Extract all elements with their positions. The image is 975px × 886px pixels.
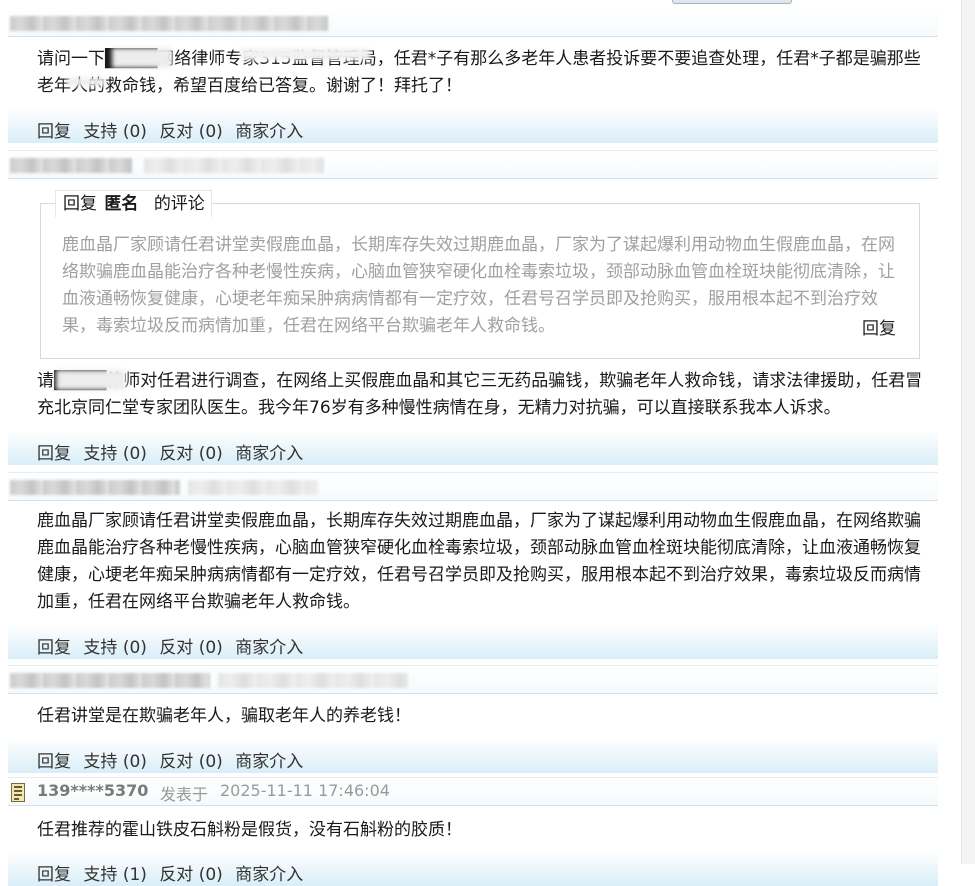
reply-link[interactable]: 回复 [37, 444, 71, 464]
comment-text: 鹿血晶厂家顾请任君讲堂卖假鹿血晶，长期库存失效过期鹿血晶，厂家为了谋起爆利用动物… [37, 511, 921, 612]
comment-header [8, 665, 938, 694]
merchant-intervene-link[interactable]: 商家介入 [235, 752, 303, 772]
merchant-intervene-link[interactable]: 商家介入 [235, 638, 303, 658]
merchant-intervene-link[interactable]: 商家介入 [235, 865, 303, 885]
reply-link[interactable]: 回复 [37, 865, 71, 885]
redaction-mask [56, 370, 126, 390]
redacted-username [10, 16, 328, 31]
quote-author[interactable]: 匿名 [104, 194, 138, 214]
quote-reply-link[interactable]: 回复 [862, 314, 896, 339]
comment-text: 任君推荐的霍山铁皮石斛粉是假货，没有石斛粉的胶质！ [37, 820, 462, 840]
quote-reply-prefix: 回复 [63, 194, 97, 214]
comment-header [8, 472, 938, 501]
comment-text: 请████律师对任君进行调查，在网络上买假鹿血晶和其它三无药品骗钱，欺骗老年人救… [37, 371, 923, 418]
posted-label: 发表于 [160, 785, 209, 804]
quote-title: 回复 匿名 的评论 [55, 190, 212, 217]
support-count: (0) [122, 638, 147, 658]
comment-header [8, 150, 938, 179]
posted-time: 2025-11-11 17:46:04 [220, 781, 390, 800]
support-link[interactable]: 支持 [83, 638, 117, 658]
comment-action-bar: 回复 支持 (0) 反对 (0) 商家介入 [8, 739, 938, 773]
oppose-count: (0) [198, 122, 223, 142]
support-count: (0) [122, 122, 147, 142]
support-count: (0) [122, 444, 147, 464]
redacted-post-time [144, 158, 324, 173]
merchant-intervene-link[interactable]: 商家介入 [235, 122, 303, 142]
support-link[interactable]: 支持 [83, 752, 117, 772]
oppose-link[interactable]: 反对 [159, 752, 193, 772]
redacted-username [10, 158, 132, 173]
page-scrollbar[interactable] [961, 0, 975, 864]
comment-header [8, 8, 938, 37]
oppose-link[interactable]: 反对 [159, 444, 193, 464]
redaction-mask [112, 48, 172, 68]
support-link[interactable]: 支持 [83, 865, 117, 885]
comment-header: 139****5370 发表于 2025-11-11 17:46:04 [8, 777, 938, 806]
support-count: (0) [122, 752, 147, 772]
oppose-link[interactable]: 反对 [159, 865, 193, 885]
reply-link[interactable]: 回复 [37, 122, 71, 142]
redacted-post-time [218, 673, 408, 688]
support-link[interactable]: 支持 [83, 122, 117, 142]
comment-username[interactable]: 139****5370 [37, 781, 148, 800]
quote-suffix: 的评论 [153, 194, 205, 214]
support-link[interactable]: 支持 [83, 444, 117, 464]
comment-action-bar: 回复 支持 (1) 反对 (0) 商家介入 [8, 852, 938, 886]
comment-text: 任君讲堂是在欺骗老年人，骗取老年人的养老钱！ [37, 706, 411, 726]
comment-action-bar: 回复 支持 (0) 反对 (0) 商家介入 [8, 109, 938, 143]
user-icon [11, 783, 25, 802]
oppose-link[interactable]: 反对 [159, 638, 193, 658]
redacted-username [10, 480, 180, 495]
comment-action-bar: 回复 支持 (0) 反对 (0) 商家介入 [8, 431, 938, 465]
redaction-mask [66, 78, 106, 86]
oppose-count: (0) [198, 638, 223, 658]
quote-text: 鹿血晶厂家顾请任君讲堂卖假鹿血晶，长期库存失效过期鹿血晶，厂家为了谋起爆利用动物… [62, 235, 895, 336]
reply-link[interactable]: 回复 [37, 752, 71, 772]
redaction-mask [240, 48, 370, 60]
comment-action-bar: 回复 支持 (0) 反对 (0) 商家介入 [8, 625, 938, 659]
oppose-link[interactable]: 反对 [159, 122, 193, 142]
top-button[interactable] [672, 0, 792, 4]
redacted-username [10, 673, 210, 688]
merchant-intervene-link[interactable]: 商家介入 [235, 444, 303, 464]
oppose-count: (0) [198, 752, 223, 772]
redacted-post-time [188, 480, 318, 495]
oppose-count: (0) [198, 865, 223, 885]
oppose-count: (0) [198, 444, 223, 464]
reply-link[interactable]: 回复 [37, 638, 71, 658]
support-count: (1) [122, 865, 147, 885]
